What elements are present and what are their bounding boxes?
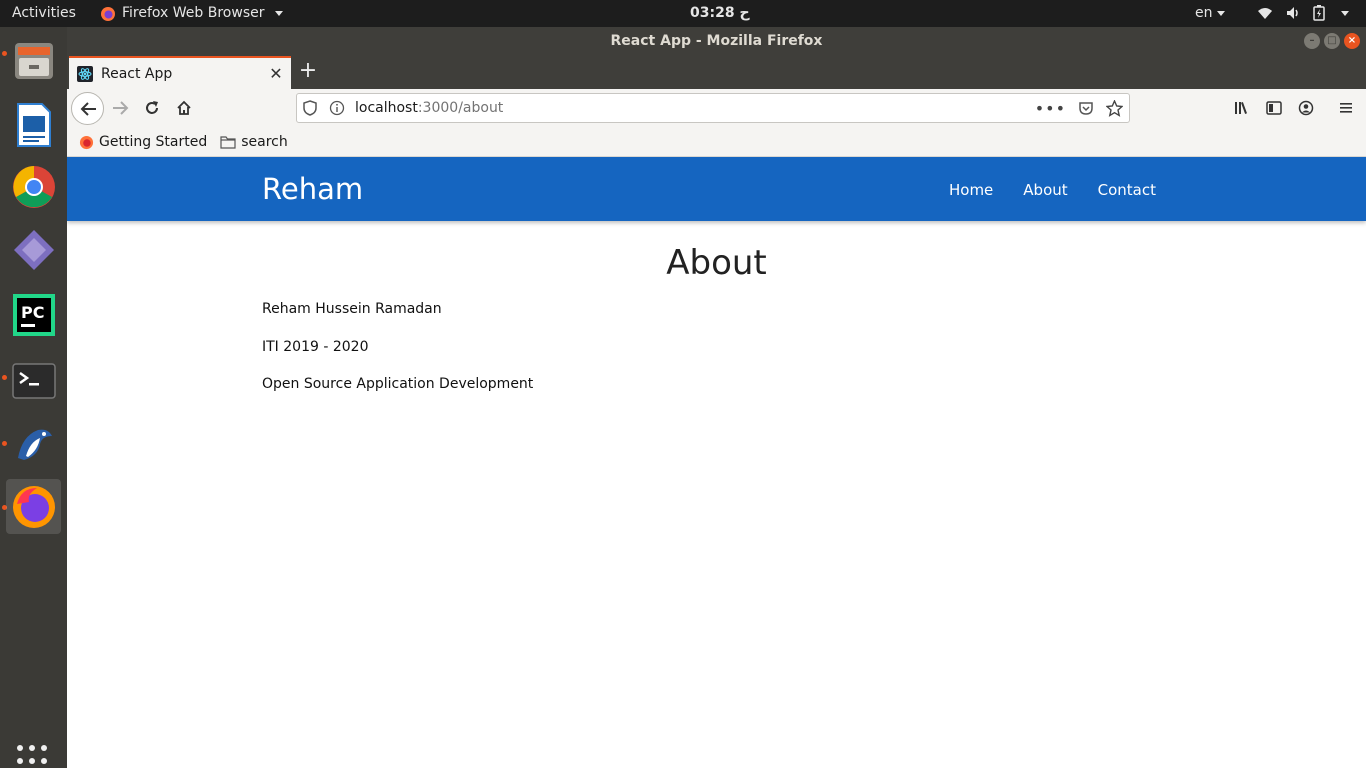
account-icon xyxy=(1298,100,1314,116)
dock-pycharm[interactable]: PC xyxy=(6,287,61,342)
info-icon[interactable] xyxy=(329,100,345,116)
terminal-icon xyxy=(11,362,56,399)
tab-title: React App xyxy=(101,65,173,82)
chevron-down-icon xyxy=(274,11,283,16)
bookmark-getting-started[interactable]: Getting Started xyxy=(79,134,207,150)
minimize-button[interactable]: – xyxy=(1304,33,1320,49)
volume-icon xyxy=(1287,7,1298,19)
file-cabinet-icon xyxy=(14,42,53,79)
diamond-icon xyxy=(13,229,54,270)
app-menu[interactable]: Firefox Web Browser xyxy=(100,5,283,22)
library-button[interactable] xyxy=(1227,93,1257,123)
back-button[interactable] xyxy=(71,92,104,125)
reload-icon xyxy=(146,101,158,114)
close-tab-icon[interactable]: ✕ xyxy=(265,64,287,83)
firefox-icon xyxy=(79,135,94,149)
url-bar[interactable]: localhost:3000/about ••• xyxy=(296,93,1130,123)
about-line-iti: ITI 2019 - 2020 xyxy=(262,339,369,355)
dock-files[interactable] xyxy=(6,33,61,88)
wifi-icon xyxy=(1258,8,1272,19)
bookmarks-toolbar: Getting Started search xyxy=(67,128,1366,157)
about-line-name: Reham Hussein Ramadan xyxy=(262,301,442,317)
site-navbar: Reham Home About Contact xyxy=(67,157,1366,221)
bookmark-folder-search[interactable]: search xyxy=(220,134,288,150)
menu-button[interactable] xyxy=(1331,93,1361,123)
new-tab-button[interactable]: + xyxy=(297,60,319,84)
dock-chrome[interactable] xyxy=(6,159,61,214)
home-icon xyxy=(177,100,191,115)
chevron-down-icon xyxy=(1341,10,1349,16)
nav-link-home[interactable]: Home xyxy=(949,181,993,199)
gnome-top-bar: Activities Firefox Web Browser ح 03:28 e… xyxy=(0,0,1366,27)
url-text[interactable]: localhost:3000/about xyxy=(355,100,503,116)
svg-text:PC: PC xyxy=(21,303,44,322)
dock: PC xyxy=(0,27,67,768)
language-label: en xyxy=(1195,5,1213,21)
pycharm-icon: PC xyxy=(12,293,55,336)
arrow-right-icon xyxy=(113,101,129,115)
site-nav-links: Home About Contact xyxy=(949,181,1156,199)
bird-icon xyxy=(17,429,52,460)
hamburger-icon xyxy=(1340,103,1352,113)
nav-link-about[interactable]: About xyxy=(1023,181,1067,199)
dock-terminal[interactable] xyxy=(6,353,61,408)
document-icon xyxy=(16,102,51,147)
arrow-left-icon xyxy=(80,101,96,116)
chrome-icon xyxy=(12,165,55,208)
bookmark-label: Getting Started xyxy=(99,134,208,150)
dock-bird-app[interactable] xyxy=(6,416,61,471)
firefox-icon xyxy=(101,6,115,21)
about-line-track: Open Source Application Development xyxy=(262,376,534,392)
page-actions-icon[interactable]: ••• xyxy=(1035,99,1066,118)
nav-link-contact[interactable]: Contact xyxy=(1098,181,1156,199)
url-host: localhost xyxy=(355,100,418,116)
activities-button[interactable]: Activities xyxy=(12,5,76,22)
reload-button[interactable] xyxy=(137,93,167,123)
sidebar-button[interactable] xyxy=(1259,93,1289,123)
show-applications-button[interactable] xyxy=(17,745,49,768)
url-path: :3000/about xyxy=(417,100,504,116)
bookmark-label: search xyxy=(241,134,288,150)
pocket-icon[interactable] xyxy=(1078,100,1094,116)
app-menu-label: Firefox Web Browser xyxy=(122,5,265,21)
window-title-bar: React App - Mozilla Firefox – □ × xyxy=(67,27,1366,56)
window-title: React App - Mozilla Firefox xyxy=(610,33,823,49)
site-brand[interactable]: Reham xyxy=(262,172,363,206)
chevron-down-icon xyxy=(1216,10,1225,16)
home-button[interactable] xyxy=(169,93,199,123)
library-icon xyxy=(1235,102,1247,114)
dock-app-diamond[interactable] xyxy=(6,222,61,277)
battery-icon xyxy=(1313,5,1325,21)
page-viewport: Reham Home About Contact About Reham Hus… xyxy=(67,157,1366,768)
language-menu[interactable]: en xyxy=(1195,5,1225,22)
maximize-button[interactable]: □ xyxy=(1324,33,1340,49)
forward-button[interactable] xyxy=(106,93,136,123)
close-window-button[interactable]: × xyxy=(1344,33,1360,49)
account-button[interactable] xyxy=(1291,93,1321,123)
shield-icon[interactable] xyxy=(303,100,317,116)
system-menu[interactable] xyxy=(1257,5,1349,21)
sidebar-icon xyxy=(1266,101,1282,115)
dock-writer[interactable] xyxy=(6,97,61,152)
navigation-toolbar: localhost:3000/about ••• xyxy=(67,89,1366,128)
tab-strip: React App ✕ + xyxy=(67,56,1366,89)
url-actions: ••• xyxy=(1035,99,1123,118)
tab-react-app[interactable]: React App ✕ xyxy=(69,56,291,89)
window-controls: – □ × xyxy=(1304,33,1360,49)
dock-firefox[interactable] xyxy=(6,479,61,534)
star-icon[interactable] xyxy=(1106,99,1123,117)
folder-icon xyxy=(220,136,236,149)
react-icon xyxy=(77,65,93,82)
firefox-icon xyxy=(12,485,55,528)
page-heading: About xyxy=(666,243,767,283)
clock[interactable]: ح 03:28 xyxy=(690,5,750,22)
